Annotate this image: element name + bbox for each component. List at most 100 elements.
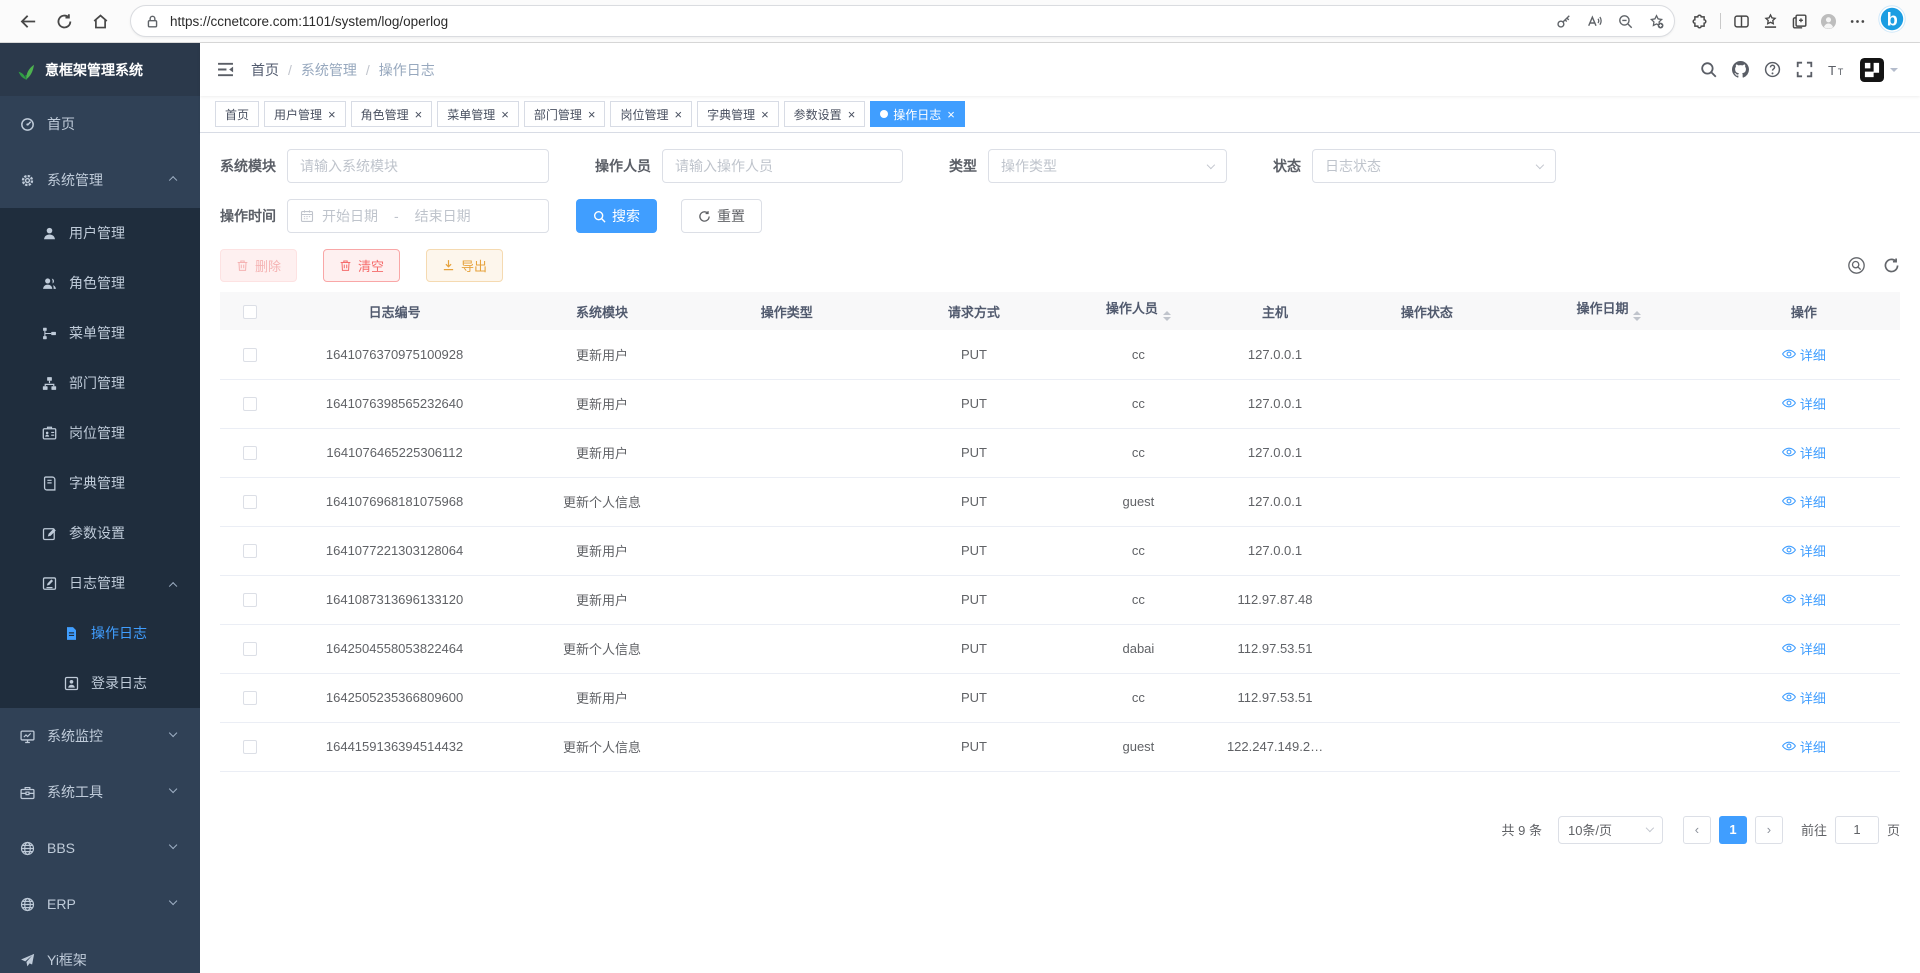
detail-link[interactable]: 详细 bbox=[1782, 737, 1826, 756]
cell-module: 更新用户 bbox=[508, 673, 695, 722]
sidebar-item-param-settings[interactable]: 参数设置 bbox=[0, 508, 200, 558]
sidebar-item-home[interactable]: 首页 bbox=[0, 96, 200, 152]
tab-dict-mgmt[interactable]: 字典管理× bbox=[697, 101, 779, 127]
status-select[interactable]: 日志状态 bbox=[1312, 149, 1556, 183]
sidebar-item-role-mgmt[interactable]: 角色管理 bbox=[0, 258, 200, 308]
close-icon[interactable]: × bbox=[415, 108, 423, 121]
reset-button[interactable]: 重置 bbox=[681, 199, 762, 233]
detail-link[interactable]: 详细 bbox=[1782, 541, 1826, 560]
address-bar[interactable]: https://ccnetcore.com:1101/system/log/op… bbox=[130, 5, 1675, 37]
col-date[interactable]: 操作日期 bbox=[1510, 292, 1707, 330]
bing-discover-icon[interactable]: b bbox=[1878, 5, 1906, 33]
toggle-search-icon[interactable] bbox=[1848, 257, 1865, 274]
row-checkbox[interactable] bbox=[243, 544, 257, 558]
browser-refresh-button[interactable] bbox=[46, 3, 82, 39]
browser-home-button[interactable] bbox=[82, 3, 118, 39]
close-icon[interactable]: × bbox=[761, 108, 769, 121]
sidebar-item-system-monitor[interactable]: 系统监控 bbox=[0, 708, 200, 764]
close-icon[interactable]: × bbox=[848, 108, 856, 121]
download-icon bbox=[442, 259, 455, 272]
browser-profile-avatar[interactable] bbox=[1820, 13, 1837, 30]
detail-link[interactable]: 详细 bbox=[1782, 443, 1826, 462]
hamburger-icon[interactable] bbox=[216, 60, 235, 79]
close-icon[interactable]: × bbox=[328, 108, 336, 121]
sidebar-item-dict-mgmt[interactable]: 字典管理 bbox=[0, 458, 200, 508]
sidebar-item-erp[interactable]: ERP bbox=[0, 876, 200, 932]
search-icon[interactable] bbox=[1700, 61, 1717, 78]
font-size-icon[interactable]: TT bbox=[1828, 61, 1845, 78]
github-icon[interactable] bbox=[1732, 61, 1749, 78]
select-all-checkbox[interactable] bbox=[243, 305, 257, 319]
delete-button[interactable]: 删除 bbox=[220, 249, 297, 282]
password-key-icon[interactable] bbox=[1556, 14, 1571, 29]
close-icon[interactable]: × bbox=[947, 108, 955, 121]
detail-link[interactable]: 详细 bbox=[1782, 590, 1826, 609]
sidebar-item-yi-framework[interactable]: Yi框架 bbox=[0, 932, 200, 973]
next-page-button[interactable]: › bbox=[1755, 816, 1783, 844]
tab-user-mgmt[interactable]: 用户管理× bbox=[264, 101, 346, 127]
sidebar-item-system-mgmt[interactable]: 系统管理 bbox=[0, 152, 200, 208]
detail-link[interactable]: 详细 bbox=[1782, 688, 1826, 707]
date-range-picker[interactable]: 开始日期 - 结束日期 bbox=[287, 199, 549, 233]
sidebar-item-menu-mgmt[interactable]: 菜单管理 bbox=[0, 308, 200, 358]
sidebar-item-login-log[interactable]: 登录日志 bbox=[0, 658, 200, 708]
zoom-out-icon[interactable] bbox=[1618, 14, 1633, 29]
favorites-icon[interactable] bbox=[1762, 13, 1779, 30]
page-number-1[interactable]: 1 bbox=[1719, 816, 1747, 844]
sort-carets-icon[interactable] bbox=[1633, 307, 1641, 325]
detail-link[interactable]: 详细 bbox=[1782, 492, 1826, 511]
row-checkbox[interactable] bbox=[243, 495, 257, 509]
more-options-icon[interactable] bbox=[1849, 13, 1866, 30]
prev-page-button[interactable]: ‹ bbox=[1683, 816, 1711, 844]
tab-menu-mgmt[interactable]: 菜单管理× bbox=[437, 101, 519, 127]
row-checkbox[interactable] bbox=[243, 642, 257, 656]
row-checkbox[interactable] bbox=[243, 691, 257, 705]
type-select[interactable]: 操作类型 bbox=[988, 149, 1227, 183]
export-button[interactable]: 导出 bbox=[426, 249, 503, 282]
refresh-table-icon[interactable] bbox=[1883, 257, 1900, 274]
detail-link[interactable]: 详细 bbox=[1782, 345, 1826, 364]
close-icon[interactable]: × bbox=[501, 108, 509, 121]
module-input[interactable] bbox=[287, 149, 549, 183]
row-checkbox[interactable] bbox=[243, 740, 257, 754]
col-operator[interactable]: 操作人员 bbox=[1070, 292, 1207, 330]
sidebar-item-oper-log[interactable]: 操作日志 bbox=[0, 608, 200, 658]
tab-dept-mgmt[interactable]: 部门管理× bbox=[524, 101, 606, 127]
close-icon[interactable]: × bbox=[588, 108, 596, 121]
search-button[interactable]: 搜索 bbox=[576, 199, 657, 233]
collections-icon[interactable] bbox=[1791, 13, 1808, 30]
clear-button[interactable]: 清空 bbox=[323, 249, 400, 282]
read-aloud-icon[interactable] bbox=[1587, 14, 1602, 29]
row-checkbox[interactable] bbox=[243, 348, 257, 362]
sidebar-item-dept-mgmt[interactable]: 部门管理 bbox=[0, 358, 200, 408]
extensions-icon[interactable] bbox=[1691, 13, 1708, 30]
browser-back-button[interactable] bbox=[10, 3, 46, 39]
operator-input[interactable] bbox=[662, 149, 903, 183]
url-text[interactable]: https://ccnetcore.com:1101/system/log/op… bbox=[170, 14, 1556, 29]
sidebar-item-log-mgmt[interactable]: 日志管理 bbox=[0, 558, 200, 608]
close-icon[interactable]: × bbox=[674, 108, 682, 121]
user-menu[interactable] bbox=[1860, 58, 1898, 82]
tab-param-settings[interactable]: 参数设置× bbox=[784, 101, 866, 127]
detail-link[interactable]: 详细 bbox=[1782, 394, 1826, 413]
fullscreen-icon[interactable] bbox=[1796, 61, 1813, 78]
row-checkbox[interactable] bbox=[243, 446, 257, 460]
row-checkbox[interactable] bbox=[243, 593, 257, 607]
sort-carets-icon[interactable] bbox=[1163, 307, 1171, 325]
split-screen-icon[interactable] bbox=[1733, 13, 1750, 30]
tab-home[interactable]: 首页 bbox=[215, 101, 259, 127]
tab-oper-log[interactable]: 操作日志× bbox=[870, 101, 965, 127]
sidebar-item-bbs[interactable]: BBS bbox=[0, 820, 200, 876]
goto-page-input[interactable] bbox=[1835, 816, 1879, 844]
help-icon[interactable] bbox=[1764, 61, 1781, 78]
add-favorite-icon[interactable] bbox=[1649, 14, 1664, 29]
tab-role-mgmt[interactable]: 角色管理× bbox=[351, 101, 433, 127]
breadcrumb-item[interactable]: 首页 bbox=[251, 60, 279, 80]
sidebar-item-user-mgmt[interactable]: 用户管理 bbox=[0, 208, 200, 258]
detail-link[interactable]: 详细 bbox=[1782, 639, 1826, 658]
tab-post-mgmt[interactable]: 岗位管理× bbox=[610, 101, 692, 127]
row-checkbox[interactable] bbox=[243, 397, 257, 411]
sidebar-item-system-tools[interactable]: 系统工具 bbox=[0, 764, 200, 820]
sidebar-item-post-mgmt[interactable]: 岗位管理 bbox=[0, 408, 200, 458]
page-size-select[interactable]: 10条/页 bbox=[1558, 816, 1663, 844]
